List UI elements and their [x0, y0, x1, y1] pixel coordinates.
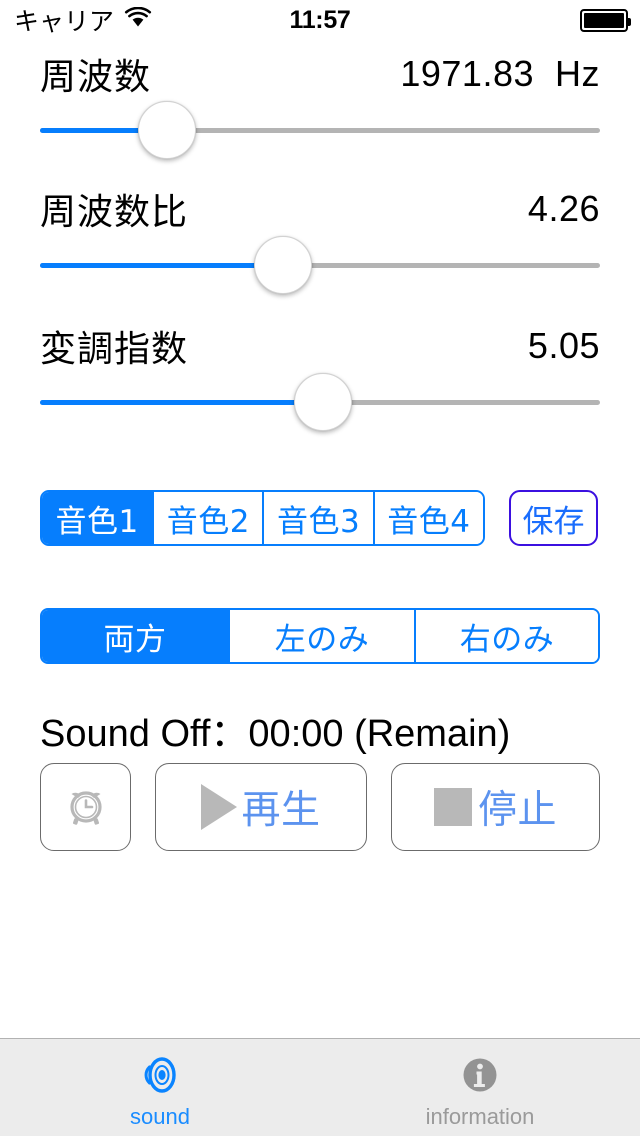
battery-full-icon: [580, 8, 631, 32]
tab-bar: sound information: [0, 1038, 640, 1136]
slider-row-frequency: 周波数 1971.83 Hz: [0, 48, 640, 162]
stop-square-icon: [433, 788, 472, 826]
frequency-ratio-label: 周波数比: [40, 192, 189, 233]
status-bar: キャリア 11:57: [0, 0, 640, 40]
frequency-value: 1971.83 Hz: [400, 53, 600, 94]
channel-segment-both[interactable]: 両方: [42, 610, 228, 662]
slider-row-frequency-ratio: 周波数比 4.26: [0, 183, 640, 297]
frequency-ratio-slider[interactable]: [40, 235, 600, 297]
tone-segment-4[interactable]: 音色4: [372, 492, 483, 544]
frequency-ratio-header: 周波数比 4.26: [0, 183, 640, 235]
stop-button-label: 停止: [477, 788, 557, 833]
frequency-slider[interactable]: [40, 100, 600, 162]
tone-segment-2[interactable]: 音色2: [152, 492, 263, 544]
play-triangle-icon: [201, 784, 238, 830]
modulation-index-slider[interactable]: [40, 372, 600, 434]
status-bar-right: [580, 0, 631, 40]
channel-segment-left-only[interactable]: 左のみ: [228, 610, 414, 662]
play-button[interactable]: 再生: [155, 763, 367, 851]
channel-segment-right-only[interactable]: 右のみ: [414, 610, 598, 662]
tab-sound-label: sound: [130, 1103, 190, 1129]
frequency-slider-thumb[interactable]: [138, 101, 197, 159]
sleep-timer-button[interactable]: [40, 763, 131, 851]
tab-information[interactable]: information: [320, 1039, 640, 1136]
play-button-label: 再生: [241, 788, 321, 833]
frequency-label: 周波数: [40, 57, 152, 98]
frequency-ratio-value: 4.26: [527, 188, 600, 229]
save-button[interactable]: 保存: [509, 490, 598, 546]
frequency-header: 周波数 1971.83 Hz: [0, 48, 640, 100]
status-bar-clock: 11:57: [289, 5, 351, 34]
speaker-sound-icon: [135, 1050, 185, 1100]
channel-segmented-control[interactable]: 両方 左のみ 右のみ: [40, 608, 600, 664]
tone-segment-3[interactable]: 音色3: [262, 492, 373, 544]
stop-button[interactable]: 停止: [391, 763, 600, 851]
tab-sound[interactable]: sound: [0, 1039, 320, 1136]
modulation-index-header: 変調指数 5.05: [0, 320, 640, 372]
frequency-ratio-slider-thumb[interactable]: [254, 236, 313, 294]
slider-row-modulation-index: 変調指数 5.05: [0, 320, 640, 434]
modulation-index-slider-thumb[interactable]: [293, 373, 352, 431]
sound-off-status-label: Sound Off：00:00 (Remain): [40, 713, 511, 755]
tone-preset-segmented-control[interactable]: 音色1 音色2 音色3 音色4: [40, 490, 485, 546]
modulation-index-value: 5.05: [527, 325, 600, 366]
modulation-index-slider-fill: [40, 400, 323, 405]
modulation-index-label: 変調指数: [40, 329, 189, 370]
alarm-clock-icon: [63, 782, 109, 833]
info-circle-icon: [455, 1050, 505, 1100]
tone-segment-1[interactable]: 音色1: [42, 492, 153, 544]
tab-information-label: information: [425, 1103, 535, 1129]
frequency-ratio-slider-fill: [40, 263, 284, 268]
app-screen: キャリア 11:57 周波数 1971.83 Hz 周波数比 4.26 変調指数…: [0, 0, 640, 1136]
